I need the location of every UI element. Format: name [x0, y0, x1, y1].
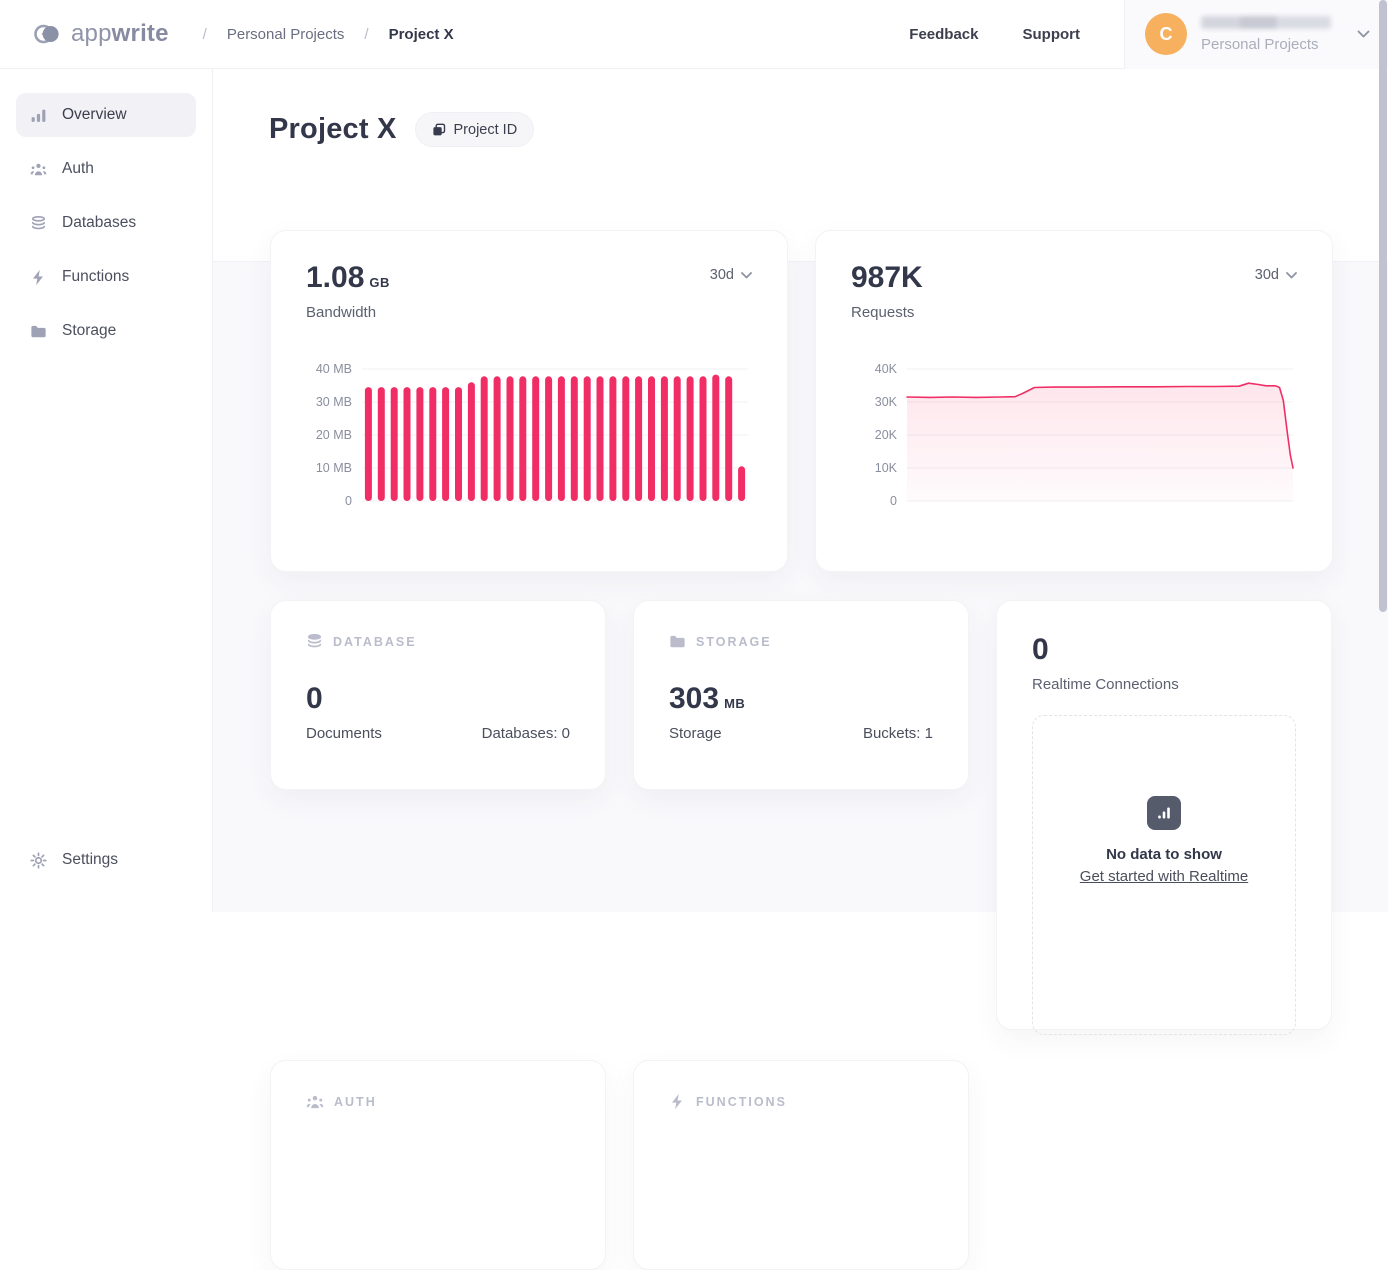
sidebar-item-label: Settings [62, 851, 118, 869]
sidebar-item-label: Databases [62, 214, 136, 232]
account-menu[interactable]: C Personal Projects [1124, 0, 1388, 69]
appwrite-logo[interactable]: appwrite [0, 19, 169, 49]
user-organization: Personal Projects [1201, 36, 1357, 53]
main-area: Project X Project ID 1.08GB Bandwidth [213, 69, 1388, 912]
svg-text:30K: 30K [875, 395, 898, 409]
sidebar-item-label: Overview [62, 106, 127, 124]
svg-text:40K: 40K [875, 362, 898, 376]
breadcrumb-personal-projects[interactable]: Personal Projects [227, 26, 345, 43]
project-id-label: Project ID [454, 122, 518, 138]
svg-text:10K: 10K [875, 461, 898, 475]
avatar: C [1145, 13, 1187, 55]
realtime-card: 0 Realtime Connections No data to show G… [996, 600, 1332, 1030]
breadcrumb-project-x[interactable]: Project X [389, 26, 454, 43]
page-title: Project X [269, 113, 397, 146]
buckets-meta: Buckets: 1 [863, 725, 933, 742]
databases-meta: Databases: 0 [482, 725, 570, 742]
sidebar-item-label: Auth [62, 160, 94, 178]
svg-text:40 MB: 40 MB [316, 362, 352, 376]
sidebar-item-functions[interactable]: Functions [16, 255, 196, 299]
project-id-button[interactable]: Project ID [415, 112, 535, 147]
breadcrumb: / Personal Projects / Project X [203, 26, 454, 43]
chevron-down-icon [1286, 272, 1297, 279]
requests-label: Requests [851, 304, 923, 321]
sidebar: Overview Auth Databases [0, 69, 213, 912]
bar-chart-icon [30, 107, 47, 124]
database-icon [306, 633, 323, 650]
bandwidth-card: 1.08GB Bandwidth 30d 0 10 MB 20 MB 30 MB 40 … [270, 230, 788, 572]
database-icon [30, 215, 47, 232]
get-started-realtime-link[interactable]: Get started with Realtime [1080, 868, 1248, 885]
folder-icon [30, 323, 47, 340]
realtime-label: Realtime Connections [1032, 676, 1296, 693]
bandwidth-value: 1.08GB [306, 261, 390, 295]
functions-tag: FUNCTIONS [696, 1095, 787, 1109]
support-link[interactable]: Support [1023, 26, 1081, 43]
sidebar-item-label: Storage [62, 322, 116, 340]
requests-card: 987K Requests 30d 0 10K 20K 30K 40K [815, 230, 1333, 572]
requests-chart: 0 10K 20K 30K 40K [851, 359, 1297, 517]
users-icon [306, 1093, 324, 1111]
lightning-icon [30, 269, 47, 286]
folder-icon [669, 633, 686, 650]
sidebar-item-databases[interactable]: Databases [16, 201, 196, 245]
database-card[interactable]: DATABASE 0 Documents Databases: 0 [270, 600, 606, 790]
breadcrumb-separator: / [364, 26, 368, 43]
lightning-icon [669, 1093, 686, 1110]
svg-text:20 MB: 20 MB [316, 428, 352, 442]
sidebar-item-settings[interactable]: Settings [16, 838, 196, 882]
chevron-down-icon [1357, 30, 1370, 38]
sidebar-item-storage[interactable]: Storage [16, 309, 196, 353]
copy-icon [432, 123, 446, 137]
users-icon [30, 161, 47, 178]
storage-unit: MB [724, 696, 745, 711]
sidebar-item-auth[interactable]: Auth [16, 147, 196, 191]
no-data-title: No data to show [1106, 846, 1222, 863]
appwrite-logo-icon [32, 19, 62, 49]
top-header: appwrite / Personal Projects / Project X… [0, 0, 1388, 69]
sidebar-item-overview[interactable]: Overview [16, 93, 196, 137]
storage-label: Storage [669, 725, 722, 742]
bandwidth-range-dropdown[interactable]: 30d [710, 261, 752, 283]
feedback-link[interactable]: Feedback [909, 26, 978, 43]
realtime-empty-state: No data to show Get started with Realtim… [1032, 715, 1296, 1035]
chevron-down-icon [741, 272, 752, 279]
gear-icon [30, 852, 47, 869]
sidebar-item-label: Functions [62, 268, 129, 286]
auth-card[interactable]: AUTH [270, 1060, 606, 1270]
auth-tag: AUTH [334, 1095, 377, 1109]
storage-tag: STORAGE [696, 635, 772, 649]
svg-text:20K: 20K [875, 428, 898, 442]
breadcrumb-separator: / [203, 26, 207, 43]
bandwidth-label: Bandwidth [306, 304, 390, 321]
requests-range-dropdown[interactable]: 30d [1255, 261, 1297, 283]
appwrite-logo-text: appwrite [71, 20, 169, 48]
documents-label: Documents [306, 725, 382, 742]
functions-card[interactable]: FUNCTIONS [633, 1060, 969, 1270]
svg-text:30 MB: 30 MB [316, 395, 352, 409]
svg-text:0: 0 [890, 494, 897, 508]
bandwidth-chart: 0 10 MB 20 MB 30 MB 40 MB [306, 359, 752, 517]
database-tag: DATABASE [333, 635, 417, 649]
realtime-value: 0 [1032, 633, 1296, 667]
user-name-redacted [1201, 16, 1331, 29]
no-data-chart-icon [1147, 796, 1181, 830]
storage-value: 303MB [669, 682, 933, 716]
svg-text:0: 0 [345, 494, 352, 508]
svg-text:10 MB: 10 MB [316, 461, 352, 475]
documents-count: 0 [306, 682, 570, 716]
bandwidth-unit: GB [369, 275, 390, 290]
vertical-scrollbar[interactable] [1379, 0, 1387, 612]
requests-value: 987K [851, 261, 923, 295]
storage-card[interactable]: STORAGE 303MB Storage Buckets: 1 [633, 600, 969, 790]
